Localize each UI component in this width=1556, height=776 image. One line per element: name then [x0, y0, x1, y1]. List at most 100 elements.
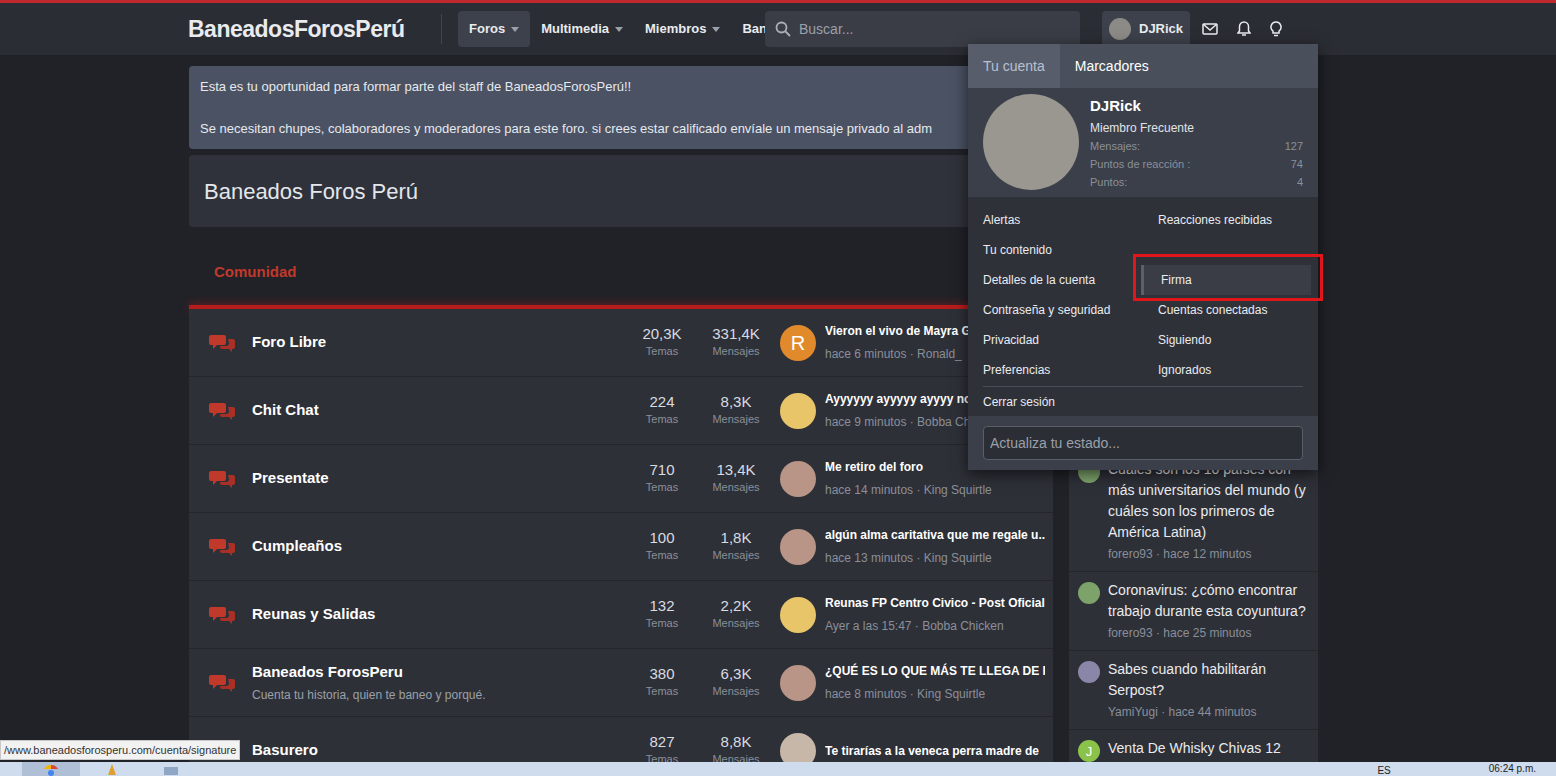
chat-icon	[189, 401, 252, 421]
menu-link[interactable]: Firma	[1141, 265, 1311, 295]
latest-post[interactable]: Reunas FP Centro Civico - Post Oficial Ay…	[773, 594, 1053, 635]
menu-link[interactable]: Privacidad	[975, 325, 1143, 355]
chrome-button[interactable]	[22, 762, 80, 776]
menu-row: PreferenciasIgnorados	[975, 355, 1311, 385]
thread-meta: forero93 · hace 12 minutos	[1108, 545, 1310, 563]
status-input[interactable]	[983, 426, 1303, 460]
latest-title[interactable]: ¿QUÉ ES LO QUE MÁS TE LLEGA DE FP?	[825, 662, 1045, 680]
forum-name[interactable]: Chit Chat	[252, 399, 625, 422]
sidebar-thread[interactable]: Coronavirus: ¿cómo encontrar trabajo dur…	[1069, 572, 1318, 651]
menu-link[interactable]: Ignorados	[1141, 355, 1311, 385]
forum-title: Cumpleaños	[252, 535, 625, 558]
menu-link[interactable]: Siguiendo	[1141, 325, 1311, 355]
profile-stat: Puntos:4	[1090, 173, 1303, 191]
forum-row[interactable]: Foro Libre20,3KTemas331,4KMensajesRViero…	[189, 309, 1053, 377]
account-menu: Tu cuentaMarcadoresDJRickMiembro Frecuen…	[968, 44, 1318, 470]
forum-row[interactable]: Baneados ForosPeruCuenta tu historia, qu…	[189, 649, 1053, 717]
forum-title: Baneados ForosPeruCuenta tu historia, qu…	[252, 661, 625, 705]
status-area	[968, 416, 1318, 470]
forum-name[interactable]: Cumpleaños	[252, 535, 625, 558]
thread-title[interactable]: Sabes cuando habilitarán Serpost?	[1108, 659, 1310, 701]
forum-stat: 13,4KMensajes	[699, 461, 773, 496]
profile-avatar[interactable]	[983, 94, 1079, 190]
profile-stat: Mensajes:127	[1090, 137, 1303, 155]
sidebar-thread[interactable]: Sabes cuando habilitarán Serpost?YamiYug…	[1069, 651, 1318, 730]
latest-meta: hace 8 minutos · King Squirtle	[825, 685, 1045, 703]
forum-name[interactable]: Basurero	[252, 739, 625, 762]
header-icons	[1202, 21, 1282, 37]
pencil-icon	[108, 764, 116, 775]
nav-tab[interactable]: Multimedia	[530, 11, 634, 47]
chat-icon	[189, 537, 252, 557]
menu-link[interactable]: Preferencias	[975, 355, 1143, 385]
user-avatar[interactable]	[780, 665, 816, 701]
menu-link[interactable]: Contraseña y seguridad	[975, 295, 1143, 325]
forum-title: Presentate	[252, 467, 625, 490]
menu-link[interactable]: Cuentas conectadas	[1141, 295, 1311, 325]
clock[interactable]: 06:24 p.m.	[1489, 764, 1536, 774]
menu-link[interactable]: Detalles de la cuenta	[975, 265, 1143, 295]
forum-stat: 380Temas	[625, 665, 699, 700]
search-icon	[775, 21, 791, 37]
forum-stat: 132Temas	[625, 597, 699, 632]
latest-meta: hace 13 minutos · King Squirtle	[825, 549, 1045, 567]
nav-tab[interactable]: Miembros	[634, 11, 731, 47]
taskbar: ES 06:24 p.m.	[0, 762, 1556, 776]
chat-icon	[189, 673, 252, 693]
thread-title[interactable]: Cuáles son los 10 países con más univers…	[1108, 459, 1310, 543]
user-avatar[interactable]	[780, 529, 816, 565]
user-menu[interactable]: DJRick	[1102, 11, 1190, 47]
user-avatar[interactable]	[780, 597, 816, 633]
menu-links: AlertasReacciones recibidasTu contenidoD…	[968, 197, 1318, 416]
letter-avatar[interactable]: R	[780, 325, 816, 361]
user-avatar[interactable]	[780, 461, 816, 497]
forum-name[interactable]: Reunas y Salidas	[252, 603, 625, 626]
forum-title: Foro Libre	[252, 331, 625, 354]
latest-post[interactable]: algún alma caritativa que me regale u...…	[773, 526, 1053, 567]
forum-row[interactable]: Reunas y Salidas132Temas2,2KMensajesReun…	[189, 581, 1053, 649]
forum-name[interactable]: Presentate	[252, 467, 625, 490]
chat-icon	[189, 469, 252, 489]
mail-icon	[1202, 23, 1218, 35]
forum-row[interactable]: Presentate710Temas13,4KMensajesMe retiro…	[189, 445, 1053, 513]
menu-row: PrivacidadSiguiendo	[975, 325, 1311, 355]
chrome-icon	[43, 765, 59, 776]
user-avatar[interactable]	[780, 393, 816, 429]
forum-stat: 224Temas	[625, 393, 699, 428]
forum-stat: 100Temas	[625, 529, 699, 564]
letter-avatar[interactable]: J	[1078, 740, 1100, 762]
menu-link[interactable]: Alertas	[975, 205, 1143, 235]
category-header[interactable]: Comunidad	[189, 239, 1053, 305]
search-input[interactable]	[799, 19, 1070, 40]
user-avatar[interactable]	[1078, 661, 1100, 683]
forum-list: ComunidadForo Libre20,3KTemas331,4KMensa…	[189, 239, 1053, 776]
forum-name[interactable]: Foro Libre	[252, 331, 625, 354]
profile-stat: Puntos de reacción :74	[1090, 155, 1303, 173]
nav-tab[interactable]: Foros	[458, 11, 530, 47]
latest-title[interactable]: Reunas FP Centro Civico - Post Oficial	[825, 594, 1045, 612]
status-link: /www.baneadosforosperu.com/cuenta/signat…	[0, 740, 240, 760]
forum-row[interactable]: Chit Chat224Temas8,3KMensajesAyyyyyy ayy…	[189, 377, 1053, 445]
profile-name[interactable]: DJRick	[1090, 96, 1303, 116]
search-box	[765, 11, 1080, 47]
forum-row[interactable]: Cumpleaños100Temas1,8KMensajesalgún alma…	[189, 513, 1053, 581]
site-logo[interactable]: BaneadosForosPerú	[188, 12, 441, 47]
main-nav: ForosMultimediaMiembrosBanlist	[442, 11, 765, 47]
thread-meta: forero93 · hace 25 minutos	[1108, 624, 1310, 642]
menu-row: Tu contenido	[975, 235, 1311, 265]
menu-link[interactable]: Tu contenido	[975, 235, 1143, 265]
menu-tab[interactable]: Marcadores	[1060, 44, 1164, 88]
divider	[441, 14, 442, 44]
user-avatar[interactable]	[1078, 582, 1100, 604]
latest-meta: Ayer a las 15:47 · Bobba Chicken	[825, 617, 1045, 635]
latest-title[interactable]: algún alma caritativa que me regale u...	[825, 526, 1045, 544]
logout-link[interactable]: Cerrar sesión	[975, 387, 1311, 416]
language-indicator[interactable]: ES	[1377, 766, 1390, 776]
menu-link[interactable]: Reacciones recibidas	[1141, 205, 1311, 235]
menu-tab[interactable]: Tu cuenta	[968, 44, 1060, 88]
thread-title[interactable]: Coronavirus: ¿cómo encontrar trabajo dur…	[1108, 580, 1310, 622]
latest-post[interactable]: ¿QUÉ ES LO QUE MÁS TE LLEGA DE FP? hace 8…	[773, 662, 1053, 703]
forum-title: Basurero	[252, 739, 625, 762]
forum-name[interactable]: Baneados ForosPeru	[252, 661, 625, 684]
latest-title[interactable]: Te tirarías a la veneca perra madre de	[825, 742, 1045, 760]
